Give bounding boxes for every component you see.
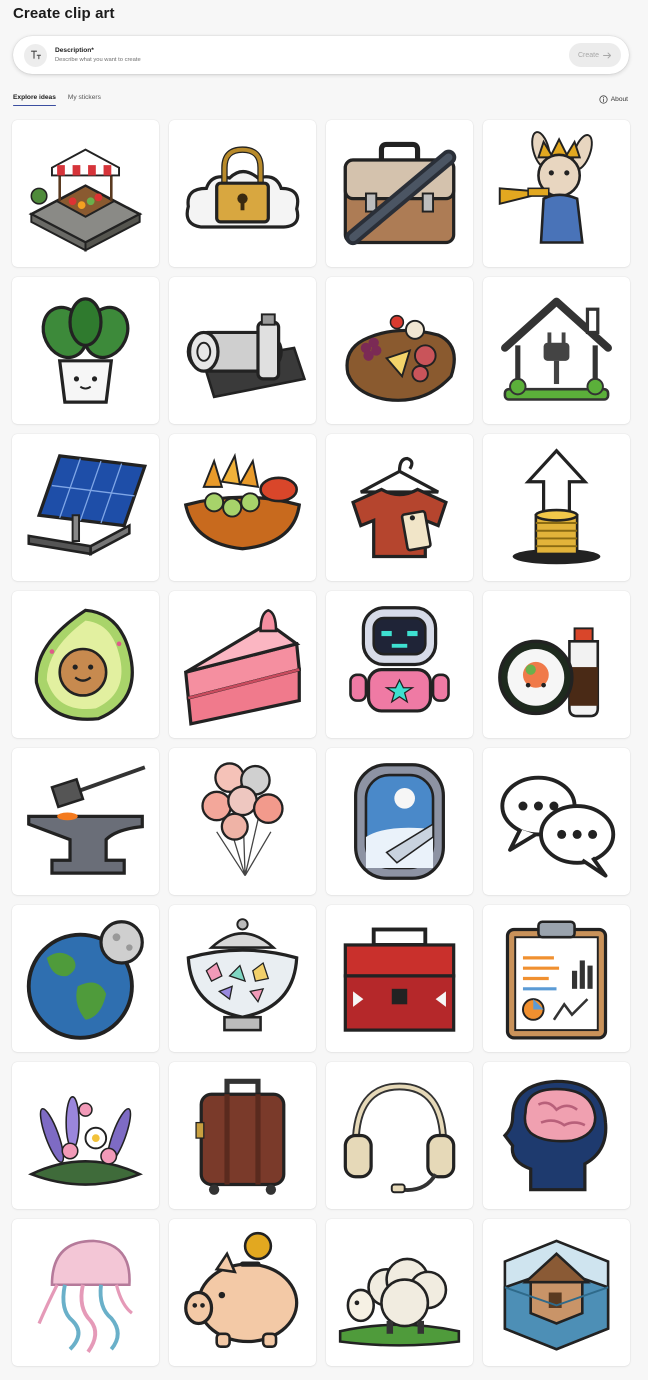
flooded-house-cube-icon xyxy=(503,1239,610,1351)
potted-plant-icon xyxy=(41,297,130,404)
clip-art-card[interactable] xyxy=(169,277,316,424)
clip-art-card[interactable] xyxy=(12,277,159,424)
airplane-window-icon xyxy=(354,763,445,880)
clipboard-report-icon xyxy=(505,920,608,1040)
clip-art-card[interactable] xyxy=(326,1219,473,1366)
clip-art-card[interactable] xyxy=(326,591,473,738)
anvil-hammer-icon xyxy=(27,765,146,875)
clip-art-card[interactable] xyxy=(12,1062,159,1209)
about-label: About xyxy=(610,96,628,103)
rabbit-king-trumpet-icon xyxy=(498,131,593,244)
clip-art-card[interactable] xyxy=(12,434,159,581)
clip-art-card[interactable] xyxy=(483,748,630,895)
clip-art-card[interactable] xyxy=(169,748,316,895)
speech-bubbles-icon xyxy=(500,775,616,878)
clip-art-card[interactable] xyxy=(326,120,473,267)
create-button[interactable]: Create xyxy=(569,43,621,67)
coins-arrow-up-icon xyxy=(512,448,601,565)
market-stall-icon xyxy=(28,148,143,252)
avocado-face-icon xyxy=(34,608,134,721)
clip-art-card[interactable] xyxy=(12,748,159,895)
charcuterie-board-icon xyxy=(345,314,456,402)
clip-art-card[interactable] xyxy=(483,277,630,424)
headset-icon xyxy=(343,1082,456,1194)
create-button-label: Create xyxy=(577,51,599,59)
flower-bouquet-icon xyxy=(28,1096,143,1186)
briefcase-icon xyxy=(343,141,457,246)
toolbox-icon xyxy=(343,927,456,1032)
description-box[interactable]: Description* Create xyxy=(13,36,629,74)
clip-art-card[interactable] xyxy=(483,905,630,1052)
balloons-icon xyxy=(201,762,284,877)
candy-jar-icon xyxy=(186,918,299,1032)
clip-art-card[interactable] xyxy=(326,277,473,424)
description-label: Description* xyxy=(55,47,94,54)
tab-bar: Explore ideas My stickers xyxy=(13,94,101,106)
solar-panel-icon xyxy=(27,454,148,557)
clip-art-card[interactable] xyxy=(169,905,316,1052)
clip-art-card[interactable] xyxy=(326,748,473,895)
robot-icon xyxy=(349,606,450,713)
suitcase-icon xyxy=(195,1078,286,1195)
page-title: Create clip art xyxy=(13,5,115,22)
clip-art-card[interactable] xyxy=(12,1219,159,1366)
clip-art-card[interactable] xyxy=(483,120,630,267)
clip-art-card[interactable] xyxy=(12,905,159,1052)
padlock-cloud-icon xyxy=(185,146,300,229)
arrow-right-icon xyxy=(603,52,612,58)
clip-art-card[interactable] xyxy=(169,1062,316,1209)
text-format-icon xyxy=(24,43,47,67)
description-input[interactable] xyxy=(55,57,355,63)
piggy-bank-icon xyxy=(184,1231,299,1348)
yoga-mat-bottle-icon xyxy=(186,313,307,399)
jellyfish-icon xyxy=(37,1239,133,1353)
cake-slice-icon xyxy=(183,608,302,726)
clip-art-card[interactable] xyxy=(169,591,316,738)
sushi-soy-sauce-icon xyxy=(498,627,600,718)
sheep-icon xyxy=(338,1257,461,1347)
about-link[interactable]: About xyxy=(599,95,628,104)
earth-moon-icon xyxy=(26,920,144,1040)
clip-art-card[interactable] xyxy=(326,1062,473,1209)
house-plug-icon xyxy=(501,297,612,401)
clip-art-card[interactable] xyxy=(12,591,159,738)
clip-art-gallery xyxy=(12,120,630,1366)
clip-art-card[interactable] xyxy=(169,1219,316,1366)
info-icon xyxy=(599,95,608,104)
clip-art-card[interactable] xyxy=(483,1219,630,1366)
brain-head-icon xyxy=(502,1079,608,1192)
clip-art-card[interactable] xyxy=(12,120,159,267)
clip-art-card[interactable] xyxy=(326,905,473,1052)
clip-art-card[interactable] xyxy=(169,120,316,267)
clip-art-card[interactable] xyxy=(483,591,630,738)
clip-art-card[interactable] xyxy=(483,434,630,581)
clip-art-card[interactable] xyxy=(169,434,316,581)
tab-my-stickers[interactable]: My stickers xyxy=(68,94,101,106)
clip-art-card[interactable] xyxy=(483,1062,630,1209)
tab-explore-ideas[interactable]: Explore ideas xyxy=(13,94,56,106)
shirt-hanger-tag-icon xyxy=(351,456,448,559)
clip-art-card[interactable] xyxy=(326,434,473,581)
snack-bowl-icon xyxy=(183,452,302,551)
